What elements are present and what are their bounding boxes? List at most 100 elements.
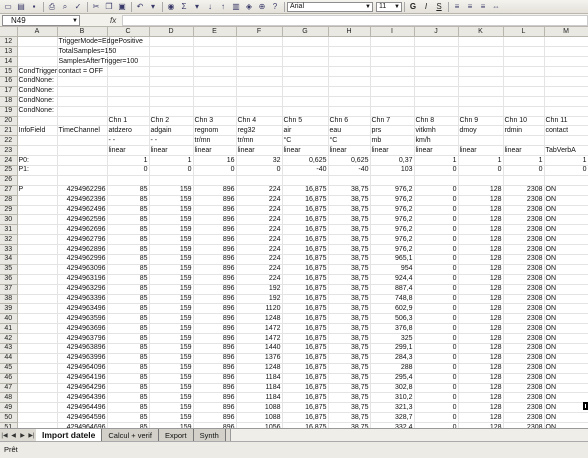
- cell-l35[interactable]: 2308: [503, 264, 545, 275]
- cell-d13[interactable]: [149, 46, 194, 58]
- cell-k18[interactable]: [458, 96, 504, 107]
- cell-e44[interactable]: 896: [193, 353, 237, 364]
- cell-j46[interactable]: 0: [414, 373, 459, 384]
- cell-d16[interactable]: [149, 76, 194, 87]
- cell-c25[interactable]: 0: [107, 165, 150, 176]
- cell-c19[interactable]: [107, 106, 150, 117]
- cell-h46[interactable]: 38,75: [328, 373, 371, 384]
- cell-k50[interactable]: 128: [458, 412, 504, 424]
- cell-i25[interactable]: 103: [370, 165, 415, 176]
- cell-i42[interactable]: 325: [370, 333, 415, 344]
- cell-j26[interactable]: [414, 175, 459, 186]
- cell-k20[interactable]: Chn 9: [458, 116, 504, 127]
- cell-j48[interactable]: 0: [414, 392, 459, 404]
- cell-c28[interactable]: 85: [107, 195, 150, 206]
- cell-k15[interactable]: [458, 66, 504, 77]
- cell-i40[interactable]: 506,3: [370, 313, 415, 325]
- cell-e16[interactable]: [193, 76, 237, 87]
- cell-d18[interactable]: [149, 96, 194, 107]
- cell-a16[interactable]: CondNone:: [17, 76, 58, 87]
- cell-j43[interactable]: 0: [414, 343, 459, 354]
- cell-e14[interactable]: [193, 56, 237, 68]
- row-header[interactable]: 49: [0, 402, 18, 414]
- cell-d30[interactable]: 159: [149, 214, 194, 226]
- cell-b30[interactable]: 4294962596: [57, 214, 108, 226]
- cell-b14[interactable]: SamplesAfterTrigger=100: [57, 56, 138, 68]
- cell-a37[interactable]: [17, 284, 58, 295]
- cell-g12[interactable]: [282, 36, 329, 48]
- cell-e28[interactable]: 896: [193, 195, 237, 206]
- cell-k16[interactable]: [458, 76, 504, 87]
- cell-e26[interactable]: [193, 175, 237, 186]
- cell-f30[interactable]: 224: [236, 214, 283, 226]
- cell-l33[interactable]: 2308: [503, 244, 545, 255]
- cell-b25[interactable]: [57, 165, 108, 176]
- cell-i22[interactable]: mb: [370, 135, 415, 147]
- cell-m31[interactable]: ON: [544, 224, 588, 236]
- cell-m21[interactable]: contact: [544, 125, 588, 137]
- row-header[interactable]: 20: [0, 116, 18, 127]
- cell-c35[interactable]: 85: [107, 264, 150, 275]
- save-icon[interactable]: ▪: [28, 1, 40, 12]
- cell-h49[interactable]: 38,75: [328, 402, 371, 414]
- cell-a26[interactable]: [17, 175, 58, 186]
- cell-d15[interactable]: [149, 66, 194, 77]
- cell-b16[interactable]: [57, 76, 108, 87]
- cell-a22[interactable]: [17, 135, 58, 147]
- cell-k39[interactable]: 128: [458, 303, 504, 315]
- cell-c32[interactable]: 85: [107, 234, 150, 246]
- cell-k37[interactable]: 128: [458, 284, 504, 295]
- cell-j16[interactable]: [414, 76, 459, 87]
- cell-c23[interactable]: linear: [107, 145, 150, 157]
- cell-a40[interactable]: [17, 313, 58, 325]
- row-header[interactable]: 48: [0, 392, 18, 404]
- cell-c20[interactable]: Chn 1: [107, 116, 150, 127]
- cell-k34[interactable]: 128: [458, 254, 504, 265]
- cell-b37[interactable]: 4294963296: [57, 284, 108, 295]
- cell-f44[interactable]: 1376: [236, 353, 283, 364]
- cell-i13[interactable]: [370, 46, 415, 58]
- cell-b13[interactable]: TotalSamples=150: [57, 46, 116, 58]
- cell-a27[interactable]: P: [17, 185, 58, 196]
- next-sheet-icon[interactable]: ▶: [18, 429, 27, 441]
- cell-f18[interactable]: [236, 96, 283, 107]
- cell-e17[interactable]: [193, 86, 237, 97]
- cell-l36[interactable]: 2308: [503, 274, 545, 285]
- cell-d28[interactable]: 159: [149, 195, 194, 206]
- sheet-tab[interactable]: Export: [158, 429, 194, 441]
- cell-k41[interactable]: 128: [458, 323, 504, 335]
- cell-e29[interactable]: 896: [193, 205, 237, 216]
- row-header[interactable]: 32: [0, 234, 18, 246]
- cell-f29[interactable]: 224: [236, 205, 283, 216]
- cell-i44[interactable]: 284,3: [370, 353, 415, 364]
- cell-d43[interactable]: 159: [149, 343, 194, 354]
- open-folder-icon[interactable]: ▤: [15, 1, 27, 12]
- cell-e20[interactable]: Chn 3: [193, 116, 237, 127]
- cell-h50[interactable]: 38,75: [328, 412, 371, 424]
- merge-center-icon[interactable]: ⇔: [490, 1, 502, 12]
- cell-f21[interactable]: reg32: [236, 125, 283, 137]
- cell-k33[interactable]: 128: [458, 244, 504, 255]
- cell-k49[interactable]: 128: [458, 402, 504, 414]
- row-header[interactable]: 50: [0, 412, 18, 424]
- cell-g15[interactable]: [282, 66, 329, 77]
- cell-g39[interactable]: 16,875: [282, 303, 329, 315]
- cell-a45[interactable]: [17, 363, 58, 374]
- cell-g40[interactable]: 16,875: [282, 313, 329, 325]
- cell-j12[interactable]: [414, 36, 459, 48]
- cell-d42[interactable]: 159: [149, 333, 194, 344]
- column-header-a[interactable]: A: [17, 27, 58, 38]
- cell-l27[interactable]: 2308: [503, 185, 545, 196]
- cell-j30[interactable]: 0: [414, 214, 459, 226]
- cell-b49[interactable]: 4294964496: [57, 402, 108, 414]
- cell-h36[interactable]: 38,75: [328, 274, 371, 285]
- cell-d47[interactable]: 159: [149, 383, 194, 394]
- cell-h47[interactable]: 38,75: [328, 383, 371, 394]
- cell-h35[interactable]: 38,75: [328, 264, 371, 275]
- cell-e49[interactable]: 896: [193, 402, 237, 414]
- column-header-g[interactable]: G: [282, 27, 329, 38]
- cell-e34[interactable]: 896: [193, 254, 237, 265]
- cell-b36[interactable]: 4294963196: [57, 274, 108, 285]
- cell-k44[interactable]: 128: [458, 353, 504, 364]
- cell-j37[interactable]: 0: [414, 284, 459, 295]
